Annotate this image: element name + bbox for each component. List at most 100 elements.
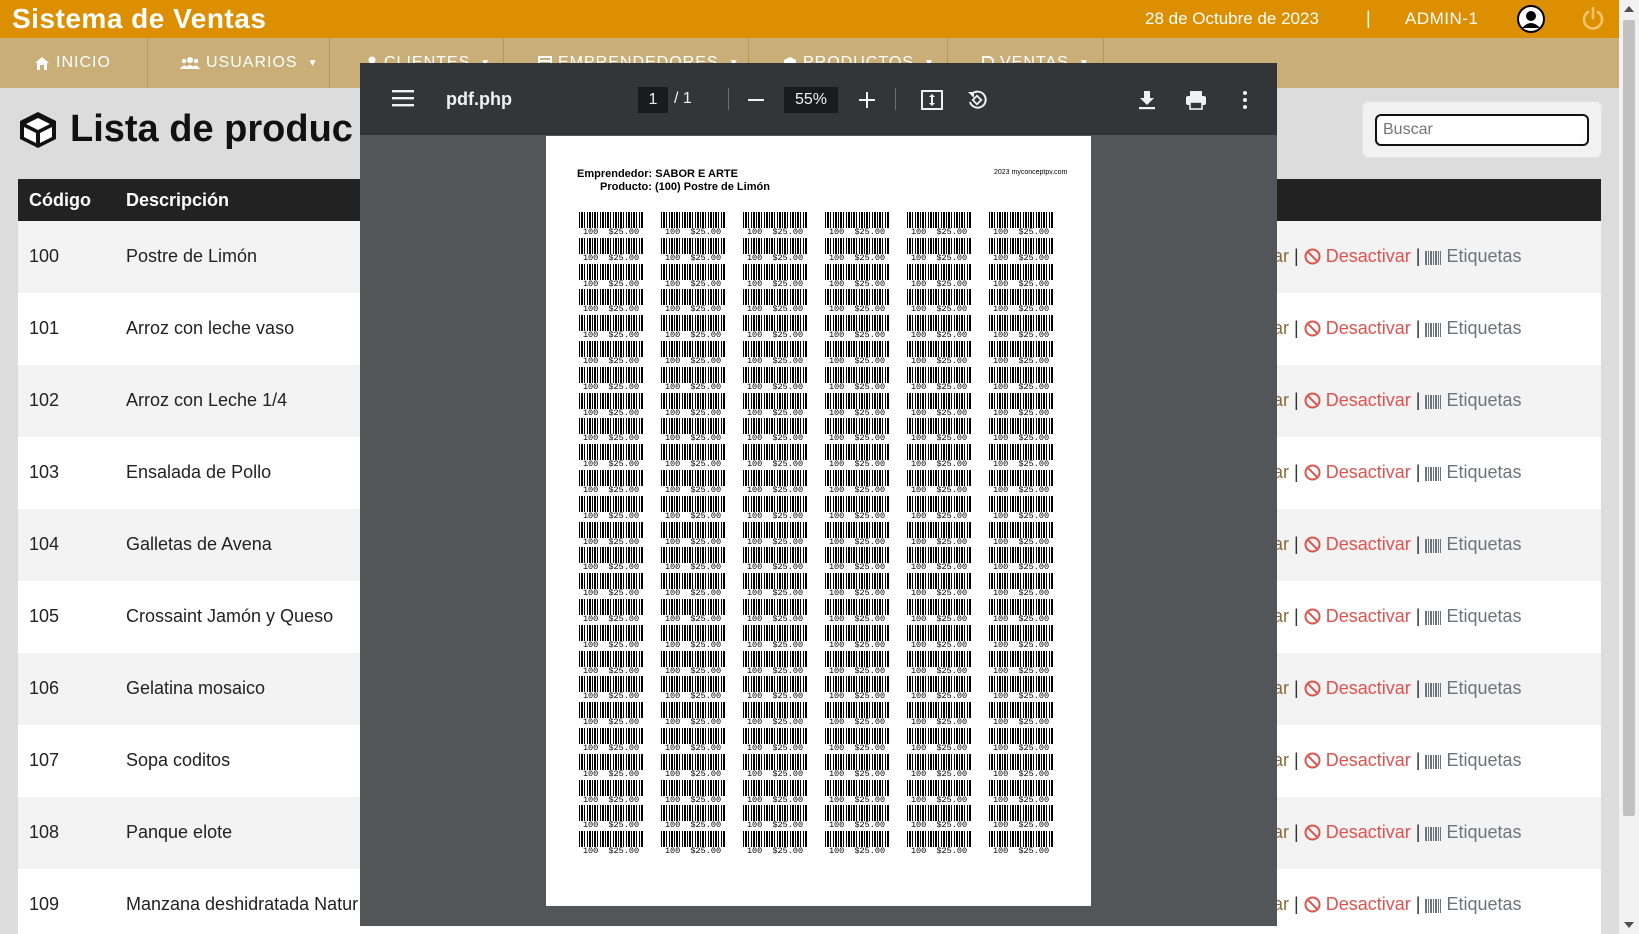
deactivate-link[interactable]: Desactivar — [1304, 750, 1411, 770]
barcode-graphic — [989, 702, 1053, 719]
action-separator: | — [1410, 462, 1426, 482]
deactivate-link[interactable]: Desactivar — [1304, 462, 1411, 482]
barcode-label: 100 $25.00 — [907, 702, 971, 728]
barcode-graphic — [579, 263, 643, 280]
deactivate-link[interactable]: Desactivar — [1304, 318, 1411, 338]
barcode-graphic — [661, 418, 725, 435]
deactivate-link[interactable]: Desactivar — [1304, 606, 1411, 626]
user-circle-icon[interactable] — [1517, 5, 1545, 33]
barcode-label-text: 100 $25.00 — [828, 691, 886, 702]
deactivate-link[interactable]: Desactivar — [1304, 390, 1411, 410]
print-icon — [1186, 91, 1206, 110]
action-separator: | — [1289, 246, 1304, 266]
barcode-label: 100 $25.00 — [989, 573, 1053, 599]
deactivate-link[interactable]: Desactivar — [1304, 246, 1411, 266]
barcode-label-text: 100 $25.00 — [664, 717, 722, 728]
barcode-label-text: 100 $25.00 — [910, 588, 968, 599]
download-button[interactable] — [1134, 87, 1160, 113]
barcode-graphic — [579, 728, 643, 744]
minus-icon — [748, 99, 764, 101]
product-description: Gelatina mosaico — [126, 678, 266, 698]
power-icon[interactable] — [1580, 6, 1606, 32]
nav-item-usuarios[interactable]: USUARIOS ▼ — [148, 38, 330, 88]
labels-link[interactable]: Etiquetas — [1425, 894, 1522, 914]
barcode-graphic — [825, 650, 889, 667]
barcode-graphic — [743, 831, 807, 848]
nav-label: USUARIOS — [206, 54, 298, 71]
labels-link[interactable]: Etiquetas — [1425, 246, 1522, 266]
rotate-button[interactable] — [964, 87, 990, 113]
labels-link[interactable]: Etiquetas — [1425, 678, 1522, 698]
barcode-graphic — [825, 702, 889, 719]
labels-link[interactable]: Etiquetas — [1425, 822, 1522, 842]
print-button[interactable] — [1183, 87, 1209, 113]
barcode-icon — [1425, 611, 1442, 625]
ban-icon — [1304, 896, 1321, 913]
page-number-input[interactable]: 1 — [638, 87, 668, 113]
deactivate-link[interactable]: Desactivar — [1304, 894, 1411, 914]
barcode-label-text: 100 $25.00 — [992, 356, 1050, 366]
labels-link[interactable]: Etiquetas — [1425, 606, 1522, 626]
barcode-label: 100 $25.00 — [989, 831, 1053, 857]
more-options-button[interactable] — [1232, 87, 1258, 113]
barcode-graphic — [743, 779, 807, 796]
barcode-label: 100 $25.00 — [825, 392, 889, 419]
barcode-graphic — [743, 392, 807, 409]
deactivate-link[interactable]: Desactivar — [1304, 822, 1411, 842]
zoom-in-button[interactable] — [854, 87, 880, 113]
barcode-label: 100 $25.00 — [661, 753, 725, 780]
barcode-graphic — [989, 547, 1053, 564]
labels-link[interactable]: Etiquetas — [1425, 318, 1522, 338]
barcode-label: 100 $25.00 — [825, 521, 889, 548]
barcode-label: 100 $25.00 — [743, 702, 807, 728]
barcode-label: 100 $25.00 — [743, 624, 807, 651]
labels-link[interactable]: Etiquetas — [1425, 390, 1522, 410]
zoom-level-input[interactable]: 55% — [784, 87, 838, 113]
doc-entrepreneur-line: Emprendedor: SABOR E ARTE — [577, 168, 738, 180]
barcode-label: 100 $25.00 — [907, 263, 971, 290]
barcode-graphic — [579, 366, 643, 383]
barcode-graphic — [907, 444, 971, 461]
barcode-label: 100 $25.00 — [661, 599, 725, 625]
barcode-label-text: 100 $25.00 — [664, 743, 722, 753]
barcode-label: 100 $25.00 — [825, 289, 889, 315]
product-code: 104 — [29, 534, 60, 554]
barcode-label-text: 100 $25.00 — [664, 485, 722, 495]
scrollbar-thumb[interactable] — [1623, 20, 1635, 816]
barcode-label-text: 100 $25.00 — [828, 304, 886, 315]
scroll-down-icon[interactable] — [1624, 922, 1634, 928]
barcode-label-text: 100 $25.00 — [828, 278, 886, 289]
page-scrollbar[interactable] — [1619, 0, 1639, 934]
nav-item-inicio[interactable]: INICIO — [0, 38, 148, 88]
deactivate-link[interactable]: Desactivar — [1304, 678, 1411, 698]
barcode-graphic — [825, 366, 889, 383]
current-user[interactable]: ADMIN-1 — [1405, 9, 1478, 29]
labels-link[interactable]: Etiquetas — [1425, 534, 1522, 554]
barcode-label: 100 $25.00 — [989, 315, 1053, 341]
barcode-graphic — [907, 315, 971, 332]
barcode-label: 100 $25.00 — [579, 366, 643, 393]
deactivate-link[interactable]: Desactivar — [1304, 534, 1411, 554]
app-brand[interactable]: Sistema de Ventas — [12, 3, 266, 35]
barcode-label-text: 100 $25.00 — [992, 665, 1050, 676]
labels-link[interactable]: Etiquetas — [1425, 750, 1522, 770]
barcode-graphic — [825, 212, 889, 228]
menu-icon[interactable] — [392, 89, 414, 107]
zoom-out-button[interactable] — [743, 87, 769, 113]
scroll-up-icon[interactable] — [1624, 6, 1634, 12]
barcode-label: 100 $25.00 — [989, 289, 1053, 315]
search-input[interactable] — [1375, 114, 1589, 146]
barcode-graphic — [907, 805, 971, 822]
barcode-label: 100 $25.00 — [989, 599, 1053, 625]
more-vertical-icon — [1243, 91, 1247, 109]
barcode-label-text: 100 $25.00 — [664, 691, 722, 702]
barcode-label-text: 100 $25.00 — [582, 227, 640, 237]
ban-icon — [1304, 320, 1321, 337]
action-separator: | — [1410, 534, 1426, 554]
labels-link[interactable]: Etiquetas — [1425, 462, 1522, 482]
product-code: 107 — [29, 750, 60, 770]
fit-page-button[interactable] — [919, 87, 945, 113]
barcode-label: 100 $25.00 — [989, 418, 1053, 444]
barcode-label: 100 $25.00 — [989, 547, 1053, 573]
barcode-label: 100 $25.00 — [989, 624, 1053, 651]
